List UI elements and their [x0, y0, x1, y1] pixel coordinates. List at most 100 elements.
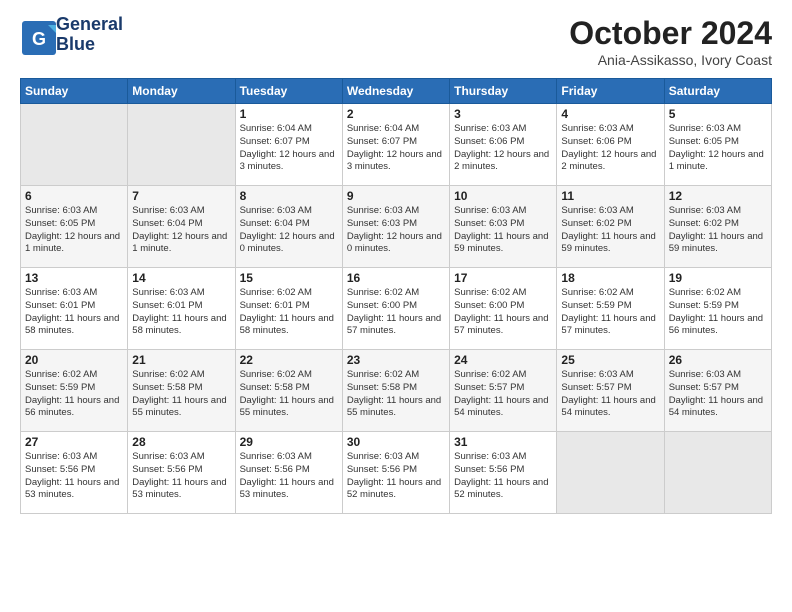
day-info: Sunrise: 6:03 AM Sunset: 6:03 PM Dayligh… — [454, 205, 552, 256]
day-info: Sunrise: 6:02 AM Sunset: 6:00 PM Dayligh… — [347, 287, 445, 338]
calendar-week-4: 20 Sunrise: 6:02 AM Sunset: 5:59 PM Dayli… — [21, 350, 772, 432]
day-info: Sunrise: 6:03 AM Sunset: 6:02 PM Dayligh… — [669, 205, 767, 256]
day-number: 9 — [347, 189, 445, 203]
calendar-cell: 27 Sunrise: 6:03 AM Sunset: 5:56 PM Dayli… — [21, 432, 128, 514]
calendar-cell: 3Sunrise: 6:03 AM Sunset: 6:06 PM Daylig… — [450, 104, 557, 186]
logo-icon: G — [20, 19, 52, 51]
day-info: Sunrise: 6:03 AM Sunset: 5:57 PM Dayligh… — [669, 369, 767, 420]
day-info: Sunrise: 6:03 AM Sunset: 6:04 PM Dayligh… — [132, 205, 230, 256]
calendar-cell: 28 Sunrise: 6:03 AM Sunset: 5:56 PM Dayli… — [128, 432, 235, 514]
day-info: Sunrise: 6:02 AM Sunset: 5:57 PM Dayligh… — [454, 369, 552, 420]
day-info: Sunrise: 6:03 AM Sunset: 5:56 PM Dayligh… — [25, 451, 123, 502]
day-info: Sunrise: 6:03 AM Sunset: 5:56 PM Dayligh… — [454, 451, 552, 502]
day-header-sunday: Sunday — [21, 79, 128, 104]
day-info: Sunrise: 6:02 AM Sunset: 6:01 PM Dayligh… — [240, 287, 338, 338]
day-number: 28 — [132, 435, 230, 449]
day-info: Sunrise: 6:03 AM Sunset: 5:57 PM Dayligh… — [561, 369, 659, 420]
calendar-cell: 21 Sunrise: 6:02 AM Sunset: 5:58 PM Dayli… — [128, 350, 235, 432]
day-info: Sunrise: 6:02 AM Sunset: 5:58 PM Dayligh… — [132, 369, 230, 420]
day-number: 13 — [25, 271, 123, 285]
day-header-wednesday: Wednesday — [342, 79, 449, 104]
calendar-cell: 8 Sunrise: 6:03 AM Sunset: 6:04 PM Daylig… — [235, 186, 342, 268]
day-header-friday: Friday — [557, 79, 664, 104]
logo: G General Blue — [20, 15, 123, 55]
calendar-cell: 31 Sunrise: 6:03 AM Sunset: 5:56 PM Dayli… — [450, 432, 557, 514]
month-title: October 2024 — [569, 15, 772, 52]
calendar-cell: 11 Sunrise: 6:03 AM Sunset: 6:02 PM Dayli… — [557, 186, 664, 268]
day-info: Sunrise: 6:03 AM Sunset: 6:04 PM Dayligh… — [240, 205, 338, 256]
day-info: Sunrise: 6:03 AM Sunset: 6:05 PM Dayligh… — [25, 205, 123, 256]
calendar-cell: 26 Sunrise: 6:03 AM Sunset: 5:57 PM Dayli… — [664, 350, 771, 432]
day-number: 8 — [240, 189, 338, 203]
day-info: Sunrise: 6:03 AM Sunset: 6:02 PM Dayligh… — [561, 205, 659, 256]
calendar-week-1: 1 Sunrise: 6:04 AM Sunset: 6:07 PM Daylig… — [21, 104, 772, 186]
day-number: 26 — [669, 353, 767, 367]
calendar-cell: 22Sunrise: 6:02 AM Sunset: 5:58 PM Dayli… — [235, 350, 342, 432]
calendar-week-2: 6Sunrise: 6:03 AM Sunset: 6:05 PM Daylig… — [21, 186, 772, 268]
logo-line1: General — [56, 15, 123, 35]
calendar: SundayMondayTuesdayWednesdayThursdayFrid… — [20, 78, 772, 514]
calendar-cell: 9 Sunrise: 6:03 AM Sunset: 6:03 PM Daylig… — [342, 186, 449, 268]
day-info: Sunrise: 6:03 AM Sunset: 5:56 PM Dayligh… — [347, 451, 445, 502]
day-info: Sunrise: 6:04 AM Sunset: 6:07 PM Dayligh… — [240, 123, 338, 174]
day-number: 1 — [240, 107, 338, 121]
calendar-cell: 2 Sunrise: 6:04 AM Sunset: 6:07 PM Daylig… — [342, 104, 449, 186]
title-block: October 2024 Ania-Assikasso, Ivory Coast — [569, 15, 772, 68]
day-number: 11 — [561, 189, 659, 203]
calendar-cell: 12 Sunrise: 6:03 AM Sunset: 6:02 PM Dayli… — [664, 186, 771, 268]
day-info: Sunrise: 6:02 AM Sunset: 5:58 PM Dayligh… — [347, 369, 445, 420]
day-number: 25 — [561, 353, 659, 367]
day-info: Sunrise: 6:03 AM Sunset: 6:03 PM Dayligh… — [347, 205, 445, 256]
calendar-cell: 19 Sunrise: 6:02 AM Sunset: 5:59 PM Dayli… — [664, 268, 771, 350]
day-info: Sunrise: 6:02 AM Sunset: 5:59 PM Dayligh… — [669, 287, 767, 338]
calendar-cell: 10 Sunrise: 6:03 AM Sunset: 6:03 PM Dayli… — [450, 186, 557, 268]
calendar-cell: 1 Sunrise: 6:04 AM Sunset: 6:07 PM Daylig… — [235, 104, 342, 186]
calendar-cell: 17 Sunrise: 6:02 AM Sunset: 6:00 PM Dayli… — [450, 268, 557, 350]
calendar-cell: 5Sunrise: 6:03 AM Sunset: 6:05 PM Daylig… — [664, 104, 771, 186]
day-info: Sunrise: 6:03 AM Sunset: 6:05 PM Dayligh… — [669, 123, 767, 174]
day-header-thursday: Thursday — [450, 79, 557, 104]
day-info: Sunrise: 6:03 AM Sunset: 6:06 PM Dayligh… — [561, 123, 659, 174]
day-number: 19 — [669, 271, 767, 285]
day-info: Sunrise: 6:03 AM Sunset: 5:56 PM Dayligh… — [240, 451, 338, 502]
day-number: 21 — [132, 353, 230, 367]
day-info: Sunrise: 6:03 AM Sunset: 5:56 PM Dayligh… — [132, 451, 230, 502]
calendar-cell: 23Sunrise: 6:02 AM Sunset: 5:58 PM Dayli… — [342, 350, 449, 432]
day-number: 29 — [240, 435, 338, 449]
calendar-cell: 16 Sunrise: 6:02 AM Sunset: 6:00 PM Dayli… — [342, 268, 449, 350]
calendar-week-5: 27 Sunrise: 6:03 AM Sunset: 5:56 PM Dayli… — [21, 432, 772, 514]
day-number: 14 — [132, 271, 230, 285]
header: G General Blue October 2024 Ania-Assikas… — [20, 15, 772, 68]
day-number: 10 — [454, 189, 552, 203]
day-info: Sunrise: 6:04 AM Sunset: 6:07 PM Dayligh… — [347, 123, 445, 174]
day-info: Sunrise: 6:03 AM Sunset: 6:01 PM Dayligh… — [25, 287, 123, 338]
day-number: 2 — [347, 107, 445, 121]
calendar-cell: 15Sunrise: 6:02 AM Sunset: 6:01 PM Dayli… — [235, 268, 342, 350]
day-number: 31 — [454, 435, 552, 449]
day-header-tuesday: Tuesday — [235, 79, 342, 104]
day-number: 27 — [25, 435, 123, 449]
day-number: 30 — [347, 435, 445, 449]
day-number: 16 — [347, 271, 445, 285]
calendar-cell — [557, 432, 664, 514]
logo-line2: Blue — [56, 35, 123, 55]
calendar-cell: 6Sunrise: 6:03 AM Sunset: 6:05 PM Daylig… — [21, 186, 128, 268]
calendar-week-3: 13 Sunrise: 6:03 AM Sunset: 6:01 PM Dayli… — [21, 268, 772, 350]
day-number: 12 — [669, 189, 767, 203]
day-header-saturday: Saturday — [664, 79, 771, 104]
calendar-cell: 14Sunrise: 6:03 AM Sunset: 6:01 PM Dayli… — [128, 268, 235, 350]
day-info: Sunrise: 6:02 AM Sunset: 5:58 PM Dayligh… — [240, 369, 338, 420]
calendar-cell: 13 Sunrise: 6:03 AM Sunset: 6:01 PM Dayli… — [21, 268, 128, 350]
svg-text:G: G — [32, 29, 46, 49]
calendar-cell — [664, 432, 771, 514]
day-info: Sunrise: 6:02 AM Sunset: 6:00 PM Dayligh… — [454, 287, 552, 338]
page: G General Blue October 2024 Ania-Assikas… — [0, 0, 792, 612]
day-info: Sunrise: 6:03 AM Sunset: 6:06 PM Dayligh… — [454, 123, 552, 174]
day-info: Sunrise: 6:02 AM Sunset: 5:59 PM Dayligh… — [561, 287, 659, 338]
logo-text: General Blue — [56, 15, 123, 55]
day-number: 20 — [25, 353, 123, 367]
calendar-cell: 29 Sunrise: 6:03 AM Sunset: 5:56 PM Dayli… — [235, 432, 342, 514]
day-info: Sunrise: 6:02 AM Sunset: 5:59 PM Dayligh… — [25, 369, 123, 420]
location-subtitle: Ania-Assikasso, Ivory Coast — [569, 52, 772, 68]
day-number: 17 — [454, 271, 552, 285]
